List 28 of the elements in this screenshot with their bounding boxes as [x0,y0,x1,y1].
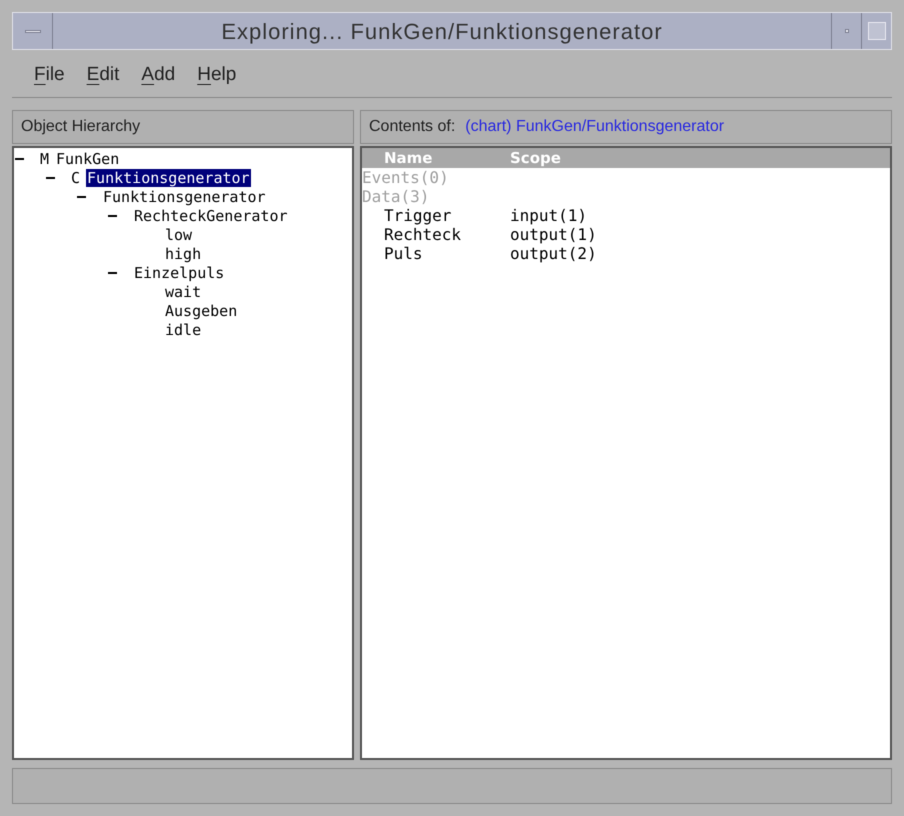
contents-label: Contents of: [369,117,456,137]
tree-item[interactable]: idle [164,320,202,338]
tree-item[interactable]: Einzelpuls [133,264,226,282]
menu-item[interactable]: Add [141,61,176,90]
group-label: Data(3) [362,186,430,208]
tree-item[interactable]: FunkGen [55,150,120,168]
tree-item[interactable]: Ausgeben [164,302,238,320]
menu-item[interactable]: Edit [86,61,120,90]
tree-item[interactable]: wait [164,282,202,300]
menu-item[interactable]: Help [197,61,236,90]
data-name-cell-text: Puls [383,242,424,264]
tree-item[interactable]: Funktionsgenerator [102,188,267,206]
tree-item[interactable]: high [164,244,202,262]
tree-item[interactable]: RechteckGenerator [133,206,289,224]
menu-item[interactable]: File [34,61,65,90]
tree-item[interactable]: Funktionsgenerator [86,168,251,186]
group-label: Events(0) [362,166,449,188]
panel-header: Object Hierarchy [12,110,354,144]
data-name-cell-text: Rechteck [383,224,462,246]
contents-path: (chart) FunkGen/Funktionsgenerator [465,117,724,137]
window-title: Exploring... FunkGen/Funktionsgenerator [220,18,664,46]
scope-cell-text: output(2) [510,244,597,264]
node-type-label: M [40,150,50,168]
node-type-label: C [71,168,80,186]
scope-cell-text: output(1) [510,224,597,246]
scope-cell-text: input(1) [510,204,588,226]
tree-item[interactable]: low [164,226,194,244]
data-name-cell-text: Trigger [383,204,452,226]
